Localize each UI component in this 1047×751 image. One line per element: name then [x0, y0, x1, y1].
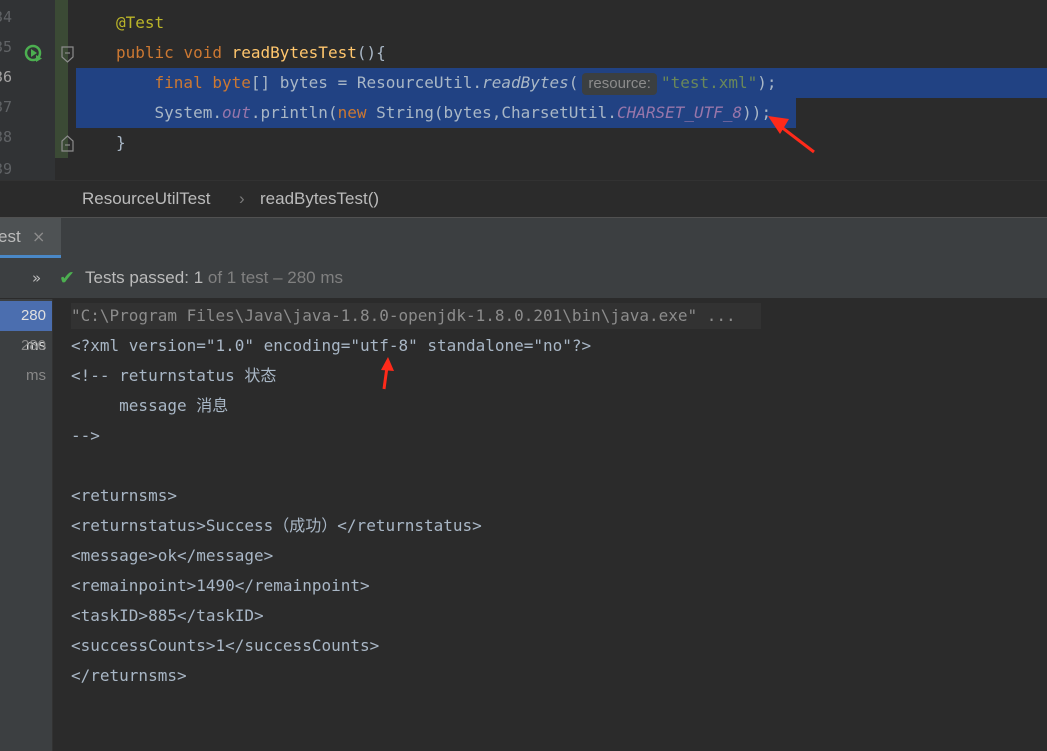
static-field-token: out [221, 103, 251, 122]
annotation-arrow-icon [768, 116, 815, 154]
code-editor[interactable]: 34 35 36 37 38 39 @Test public void read… [0, 0, 1047, 180]
code-token: String(bytes,CharsetUtil. [366, 103, 617, 122]
breadcrumb-separator: › [239, 189, 245, 208]
fold-open-icon[interactable] [61, 46, 75, 64]
code-token: .println( [250, 103, 338, 122]
run-tool-window-tabs: est × [0, 217, 1047, 258]
line-number: 36 [0, 68, 13, 86]
static-field-token: CHARSET_UTF_8 [616, 103, 743, 122]
test-results-tree: 280 ms 280 ms [0, 299, 53, 751]
console-command-line[interactable]: "C:\Program Files\Java\java-1.8.0-openjd… [71, 301, 736, 331]
keyword-token: new [337, 103, 367, 122]
console-line: <returnstatus>Success（成功）</returnstatus> [71, 516, 482, 535]
console-line: <remainpoint>1490</remainpoint> [71, 576, 370, 595]
tests-status: Tests passed: 1 of 1 test – 280 ms [85, 258, 343, 298]
console-line: <successCounts>1</successCounts> [71, 636, 380, 655]
console-line: <returnsms> [71, 486, 177, 505]
keyword-token: byte [212, 73, 251, 92]
test-tree-item[interactable]: 280 ms [0, 331, 52, 384]
keyword-token: public [116, 43, 174, 62]
status-suffix: of 1 test – 280 ms [207, 268, 344, 287]
breadcrumb-class[interactable]: ResourceUtilTest [82, 181, 211, 217]
breadcrumb: ResourceUtilTest › readBytesTest() [0, 180, 1047, 217]
console-output[interactable]: "C:\Program Files\Java\java-1.8.0-openjd… [53, 299, 1047, 751]
code-token: [] bytes = ResourceUtil. [250, 73, 483, 92]
code-token: System. [154, 103, 222, 122]
console-line: <?xml version="1.0" encoding="utf-8" sta… [71, 336, 592, 355]
console-line: <!-- returnstatus 状态 [71, 366, 277, 385]
line-number: 38 [0, 128, 13, 146]
expand-toolbar-icon[interactable]: » [32, 258, 41, 298]
string-token: "test.xml" [660, 73, 758, 92]
parameter-hint: resource: [582, 73, 657, 95]
code-line: public void readBytesTest(){ [116, 38, 386, 68]
fold-close-icon[interactable] [61, 134, 75, 152]
keyword-token: final [154, 73, 203, 92]
keyword-token: void [183, 43, 222, 62]
editor-gutter: 34 35 36 37 38 39 [0, 0, 55, 180]
close-icon[interactable]: × [32, 218, 45, 256]
status-count: 1 [193, 268, 204, 287]
tab-run-test[interactable]: est × [0, 218, 61, 258]
line-number: 37 [0, 98, 13, 116]
test-runner-toolbar: » ✔ Tests passed: 1 of 1 test – 280 ms [0, 258, 1047, 299]
method-name-token: readBytesTest [231, 43, 357, 62]
console-line: --> [71, 426, 100, 445]
code-token: } [116, 133, 126, 152]
code-line: } [116, 128, 126, 158]
line-number: 39 [0, 160, 13, 178]
annotation-arrow-icon [381, 357, 394, 390]
code-line: final byte[] bytes = ResourceUtil.readBy… [116, 68, 777, 98]
annotation-token: @Test [116, 13, 165, 32]
line-number: 35 [0, 38, 13, 56]
console-line: message 消息 [71, 396, 229, 415]
console-line: <taskID>885</taskID> [71, 606, 264, 625]
console-line: </returnsms> [71, 666, 187, 685]
code-token: ); [757, 73, 777, 92]
status-prefix: Tests passed: [85, 268, 189, 287]
test-tree-item[interactable]: 280 ms [0, 301, 52, 354]
run-test-icon[interactable] [24, 44, 44, 64]
code-token: ( [568, 73, 579, 92]
breadcrumb-method[interactable]: readBytesTest() [260, 181, 379, 217]
code-line: @Test [116, 8, 164, 38]
line-number: 34 [0, 8, 13, 26]
console-line: <message>ok</message> [71, 546, 274, 565]
code-line: System.out.println(new String(bytes,Char… [116, 98, 772, 128]
method-call-token: readBytes [482, 73, 569, 92]
tab-label: est [0, 227, 21, 246]
code-token: (){ [356, 43, 386, 62]
check-icon: ✔ [59, 267, 75, 289]
